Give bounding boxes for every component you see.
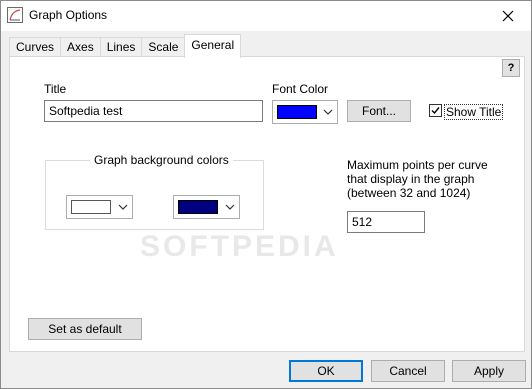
background-color1-dropdown[interactable] xyxy=(66,195,133,219)
background-colors-group: Graph background colors xyxy=(45,153,264,230)
checkmark-icon xyxy=(431,107,440,115)
background-group-title: Graph background colors xyxy=(90,153,233,167)
help-button[interactable]: ? xyxy=(502,59,520,77)
background-color2-swatch xyxy=(178,200,218,214)
set-default-button[interactable]: Set as default xyxy=(28,318,142,340)
font-button[interactable]: Font... xyxy=(347,100,411,122)
tab-scale[interactable]: Scale xyxy=(141,37,186,58)
chevron-down-icon xyxy=(323,109,333,115)
tab-axes[interactable]: Axes xyxy=(60,37,101,58)
general-tab-panel: ? Title Softpedia test Font Color Font..… xyxy=(9,56,525,352)
title-bar: Graph Options xyxy=(1,1,531,31)
show-title-label[interactable]: Show Title xyxy=(444,104,504,120)
tab-general[interactable]: General xyxy=(184,34,242,58)
watermark: SOFTPEDIA xyxy=(140,230,339,263)
tab-curves[interactable]: Curves xyxy=(9,37,62,58)
apply-button[interactable]: Apply xyxy=(452,360,526,382)
font-color-label: Font Color xyxy=(272,82,329,96)
max-points-label-line3: (between 32 and 1024) xyxy=(347,186,471,200)
tab-lines[interactable]: Lines xyxy=(99,37,143,58)
cancel-button[interactable]: Cancel xyxy=(371,360,445,382)
title-label: Title xyxy=(44,82,67,96)
font-color-swatch xyxy=(277,105,317,119)
show-title-checkbox[interactable] xyxy=(429,104,442,117)
background-color2-dropdown[interactable] xyxy=(173,195,240,219)
tab-strip: Curves Axes Lines Scale General xyxy=(9,34,242,58)
graph-options-window: Graph Options Curves Axes Lines Scale Ge… xyxy=(0,0,532,389)
max-points-input[interactable]: 512 xyxy=(347,211,425,233)
window-title: Graph Options xyxy=(29,8,108,22)
max-points-label-line1: Maximum points per curve xyxy=(347,158,488,172)
max-points-label-line2: that display in the graph xyxy=(347,172,475,186)
graph-app-icon xyxy=(7,7,23,23)
ok-button[interactable]: OK xyxy=(289,360,363,382)
chevron-down-icon xyxy=(118,204,128,210)
title-input[interactable]: Softpedia test xyxy=(44,100,263,122)
font-color-dropdown[interactable] xyxy=(272,100,338,124)
background-color1-swatch xyxy=(71,200,111,214)
close-icon[interactable] xyxy=(485,1,531,31)
chevron-down-icon xyxy=(225,204,235,210)
